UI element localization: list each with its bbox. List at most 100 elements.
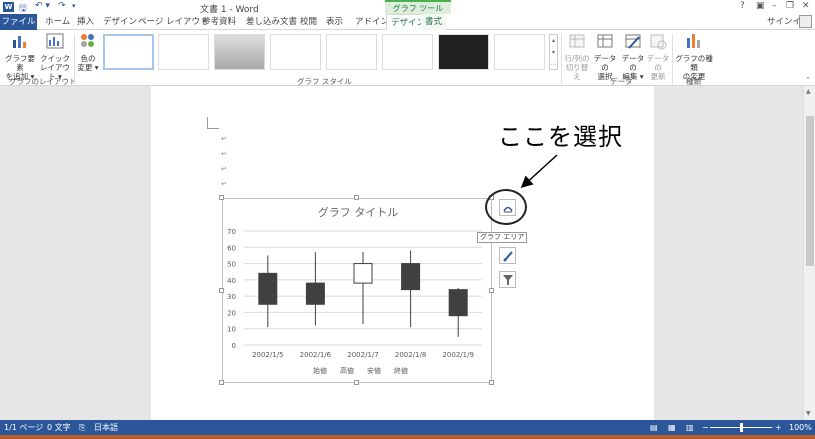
- proofing-icon[interactable]: ⎘: [79, 420, 85, 435]
- customize-quick-access-icon[interactable]: ▾: [72, 2, 76, 10]
- zoom-level[interactable]: 100%: [789, 420, 812, 435]
- y-tick-label: 10: [227, 326, 236, 334]
- add-chart-element-icon: [13, 36, 26, 48]
- web-layout-icon[interactable]: ▥: [686, 420, 694, 435]
- word-count[interactable]: 0 文字: [47, 420, 71, 435]
- change-colors-label-1: 色の: [80, 54, 96, 63]
- change-chart-type-label-1: グラフの種類: [675, 54, 713, 72]
- change-colors-button[interactable]: 色の 変更 ▾: [76, 32, 100, 72]
- candle-down: [401, 263, 421, 291]
- switch-row-column-label-1: 行/列の: [564, 54, 590, 63]
- resize-handle[interactable]: [489, 288, 494, 293]
- chart-style-6[interactable]: [382, 34, 433, 70]
- print-layout-icon[interactable]: ▦: [668, 420, 676, 435]
- tab-references[interactable]: 参考資料: [198, 14, 240, 30]
- refresh-data-label-1: データの: [646, 54, 670, 72]
- close-button[interactable]: ✕: [802, 1, 810, 11]
- legend-entry: 始値: [313, 366, 327, 375]
- ribbon-display-options-button[interactable]: ▣: [756, 1, 765, 11]
- scrollbar-thumb[interactable]: [806, 116, 814, 266]
- chart-style-4[interactable]: [270, 34, 321, 70]
- chart-styles-button[interactable]: [499, 247, 516, 264]
- candle-down: [258, 272, 278, 305]
- resize-handle[interactable]: [219, 380, 224, 385]
- legend-entry: 終値: [394, 366, 408, 375]
- switch-row-column-label-2: 切り替え: [565, 63, 589, 81]
- tab-view[interactable]: 表示: [322, 14, 347, 30]
- add-chart-element-label-1: グラフ要素: [5, 54, 35, 72]
- ribbon-tab-bar: ファイル ホーム 挿入 デザイン ページ レイアウト 参考資料 差し込み文書 校…: [0, 14, 815, 30]
- chart-title: グラフ タイトル: [318, 205, 399, 219]
- redo-icon[interactable]: ↷: [58, 1, 66, 11]
- y-tick-label: 70: [227, 228, 236, 236]
- change-colors-label-2: 変更 ▾: [77, 63, 99, 72]
- gallery-scroll-arrows[interactable]: ▴ ▾ ⋯: [549, 34, 558, 70]
- quick-layout-label-1: クイック: [40, 54, 70, 63]
- chart-style-7[interactable]: [438, 34, 489, 70]
- collapse-ribbon-icon[interactable]: ⌃: [805, 76, 811, 84]
- chart-filters-button[interactable]: [499, 271, 516, 288]
- tab-home[interactable]: ホーム: [41, 14, 74, 30]
- tab-review[interactable]: 校閲: [296, 14, 321, 30]
- tab-file[interactable]: ファイル: [0, 14, 37, 30]
- chart-style-8[interactable]: [494, 34, 545, 70]
- switch-row-column-button[interactable]: 行/列の 切り替え: [563, 32, 591, 81]
- color-palette-icon: [81, 34, 94, 47]
- chart-style-3[interactable]: [214, 34, 265, 70]
- word-app-icon[interactable]: W: [3, 2, 14, 12]
- zoom-slider-thumb[interactable]: [740, 423, 743, 432]
- chart-style-2[interactable]: [158, 34, 209, 70]
- x-tick-label: 2002/1/6: [300, 351, 332, 359]
- chart-style-1[interactable]: [103, 34, 154, 70]
- chart-area[interactable]: グラフ タイトル 0 10 20 30 40 50 60 70 2002/1/5 2002/1/6 2…: [222, 198, 492, 383]
- title-bar: W 🖫 ↶ ▾ ↷ ▾ 文書 1 - Word グラフ ツール ? ▣ – ❐ …: [0, 0, 815, 15]
- annotation-callout-text: ここを選択: [498, 123, 623, 151]
- vertical-scrollbar[interactable]: ▲ ▼: [803, 86, 815, 420]
- tab-mailings[interactable]: 差し込み文書: [242, 14, 301, 30]
- scroll-down-arrow-icon[interactable]: ▼: [806, 410, 811, 417]
- select-data-icon: [597, 34, 613, 48]
- paintbrush-icon: [503, 251, 513, 262]
- minimize-button[interactable]: –: [772, 1, 777, 11]
- candle-down: [448, 289, 468, 317]
- zoom-out-button[interactable]: −: [702, 420, 709, 435]
- refresh-data-label-2: 更新: [650, 72, 666, 81]
- refresh-data-button[interactable]: データの 更新: [645, 32, 671, 81]
- tab-chart-format[interactable]: 書式: [421, 14, 447, 30]
- y-tick-label: 50: [227, 261, 236, 269]
- change-chart-type-icon: [687, 34, 700, 48]
- help-button[interactable]: ?: [740, 1, 745, 11]
- select-data-label-1: データの: [593, 54, 617, 72]
- undo-icon[interactable]: ↶ ▾: [35, 1, 50, 11]
- page-count[interactable]: 1/1 ページ: [4, 420, 43, 435]
- select-data-button[interactable]: データの 選択: [591, 32, 619, 81]
- legend-entry: 高値: [340, 366, 354, 375]
- read-mode-icon[interactable]: ▤: [650, 420, 658, 435]
- y-tick-label: 20: [227, 309, 236, 317]
- user-avatar-icon[interactable]: [799, 15, 812, 28]
- scroll-up-arrow-icon[interactable]: ▲: [806, 88, 811, 95]
- resize-handle[interactable]: [354, 195, 359, 200]
- change-chart-type-button[interactable]: グラフの種類 の変更: [674, 32, 714, 81]
- candle-down: [305, 282, 325, 305]
- ribbon-separator: [74, 34, 75, 84]
- annotation-circle: [485, 189, 527, 225]
- resize-handle[interactable]: [219, 195, 224, 200]
- add-chart-element-button[interactable]: グラフ要素 を追加 ▾: [2, 32, 38, 81]
- y-tick-label: 60: [227, 244, 236, 252]
- restore-button[interactable]: ❐: [786, 1, 794, 11]
- chart-style-5[interactable]: [326, 34, 377, 70]
- paragraph-mark: ↵: [221, 180, 227, 188]
- quick-layout-button[interactable]: クイック レイアウト ▾: [37, 32, 73, 81]
- resize-handle[interactable]: [219, 288, 224, 293]
- resize-handle[interactable]: [489, 380, 494, 385]
- language-indicator[interactable]: 日本語: [94, 420, 118, 435]
- y-tick-label: 40: [227, 277, 236, 285]
- edit-data-button[interactable]: データの 編集 ▾: [619, 32, 647, 81]
- resize-handle[interactable]: [354, 380, 359, 385]
- switch-row-column-icon: [569, 34, 585, 48]
- tab-insert[interactable]: 挿入: [73, 14, 98, 30]
- zoom-in-button[interactable]: +: [775, 420, 782, 435]
- status-bar: 1/1 ページ 0 文字 ⎘ 日本語 ▤ ▦ ▥ − + 100%: [0, 420, 815, 435]
- refresh-data-icon: [650, 34, 667, 50]
